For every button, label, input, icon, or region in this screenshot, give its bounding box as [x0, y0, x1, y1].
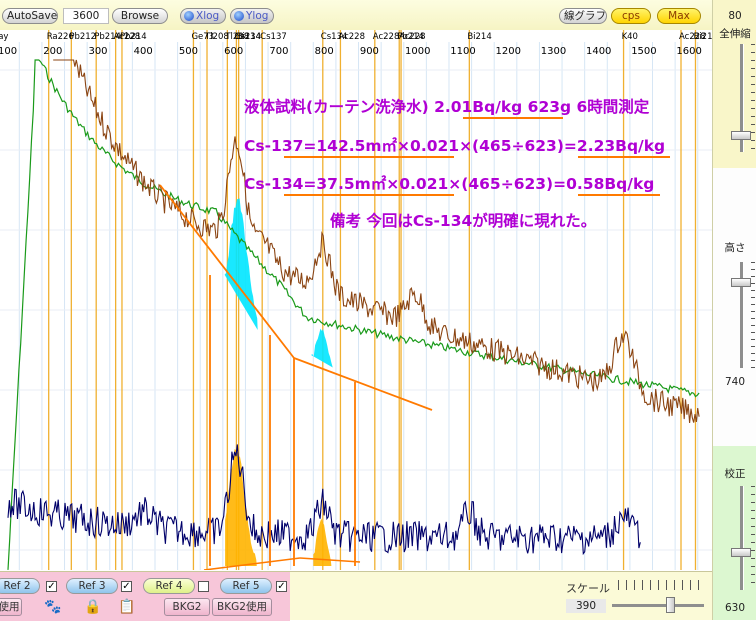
x-tick-label: 100	[0, 46, 17, 57]
calibration-slider-thumb[interactable]	[731, 548, 751, 557]
peak-label: ray	[0, 32, 8, 42]
x-tick-label: 600	[224, 46, 243, 57]
top-value: 80	[728, 10, 742, 22]
grid-lines	[0, 42, 716, 570]
peak-label: Cs134	[234, 32, 261, 42]
x-tick-label: 1100	[450, 46, 475, 57]
x-tick-label: 1300	[541, 46, 566, 57]
x-tick-label: 500	[179, 46, 198, 57]
scale-ticks	[618, 580, 704, 590]
underline-3a	[284, 194, 454, 196]
annotation-line-1: 液体試料(カーテン洗浄水) 2.01Bq/kg 623g 6時間測定	[244, 98, 650, 116]
calibration-ticks	[751, 486, 755, 590]
peak-label: Pb212	[69, 32, 96, 42]
ref4-checkbox[interactable]	[198, 581, 209, 592]
peak-labels: rayRa226Pb212Pb214Ac228Pb214Ge73Tl208Tl2…	[0, 32, 716, 42]
peak-area-fills	[220, 198, 334, 566]
calibration-slider-track[interactable]	[740, 486, 744, 590]
underline-2a	[284, 156, 454, 158]
cs137-net-fill	[225, 449, 257, 566]
annotation-line-3: Cs-134=37.5m㎡×0.021×(465÷623)=0.58Bq/kg	[244, 175, 655, 193]
cps-button[interactable]: cps	[611, 8, 651, 24]
x-tick-label: 300	[88, 46, 107, 57]
peak-label: Bi214	[467, 32, 491, 42]
scale-slider-thumb[interactable]	[666, 597, 675, 613]
annotation-line-4: 備考 今回はCs-134が明確に現れた。	[330, 212, 597, 230]
count-field[interactable]: 3600	[63, 8, 109, 24]
bkg2-use-button[interactable]: BKG2使用	[212, 598, 272, 616]
calibration-value: 630	[724, 602, 746, 614]
autosave-button[interactable]: AutoSave	[2, 8, 58, 24]
ref5-button[interactable]: Ref 5	[220, 578, 272, 594]
height-value: 740	[724, 376, 746, 388]
scale-slider-track[interactable]	[612, 604, 704, 607]
height-slider-thumb[interactable]	[731, 278, 751, 287]
peak-label: Ac228	[373, 32, 400, 42]
xlog-button[interactable]: Xlog	[180, 8, 226, 24]
underline-3b	[578, 194, 660, 196]
line-graph-button[interactable]: 線グラフ	[559, 8, 607, 24]
right-control-panel: 80 全伸縮 高さ 740 校正 630	[712, 0, 756, 620]
ref2-checkbox[interactable]: ✓	[46, 581, 57, 592]
x-tick-label: 700	[269, 46, 288, 57]
x-tick-label: 1600	[676, 46, 701, 57]
scale-label: スケール	[566, 582, 610, 595]
peak-label: Pb214	[120, 32, 147, 42]
x-tick-label: 800	[315, 46, 334, 57]
x-tick-label: 1500	[631, 46, 656, 57]
x-tick-label: 1000	[405, 46, 430, 57]
ref4-button[interactable]: Ref 4	[143, 578, 195, 594]
baseline-annotation-lines	[159, 184, 433, 570]
underline-1	[463, 117, 563, 119]
x-tick-label: 900	[360, 46, 379, 57]
zoom-label: 全伸縮	[719, 28, 751, 40]
annotation-line-2: Cs-137=142.5m㎡×0.021×(465÷623)=2.23Bq/kg	[244, 137, 666, 155]
lock-icon[interactable]: 🔒	[84, 599, 101, 615]
height-label: 高さ	[724, 242, 746, 254]
paw-icon[interactable]: 🐾	[44, 599, 61, 615]
x-axis-ticks: 100 200 300 400 500 600 700 800 900 1000 1100 1200 1…	[0, 46, 702, 57]
peak-label: K40	[622, 32, 638, 42]
ref2-button[interactable]: Ref 2	[0, 578, 40, 594]
scale-value: 390	[566, 599, 606, 613]
max-button[interactable]: Max	[657, 8, 701, 24]
radio-dot-icon	[234, 11, 244, 21]
x-tick-label: 200	[43, 46, 62, 57]
zoom-ticks	[751, 44, 755, 152]
underline-2b	[578, 156, 670, 158]
top-toolbar: AutoSave 3600 Browse Xlog Ylog 線グラフ cps …	[0, 0, 712, 31]
bkg2-button[interactable]: BKG2	[164, 598, 210, 616]
x-tick-label: 1200	[496, 46, 521, 57]
use-button[interactable]: 使用	[0, 598, 22, 616]
baseline-line	[293, 357, 433, 411]
xlog-label: Xlog	[196, 10, 220, 22]
zoom-slider-thumb[interactable]	[731, 131, 751, 140]
ylog-label: Ylog	[246, 10, 269, 22]
bottom-control-bar: Ref 2 ✓ Ref 3 ✓ Ref 4 Ref 5 ✓ 使用 🐾 🔒 📋 B…	[0, 571, 712, 621]
x-tick-label: 400	[134, 46, 153, 57]
radio-dot-icon	[184, 11, 194, 21]
clipboard-icon[interactable]: 📋	[118, 599, 135, 615]
ylog-button[interactable]: Ylog	[230, 8, 274, 24]
calibration-label: 校正	[724, 468, 746, 480]
peak-label: Ac228	[399, 32, 426, 42]
x-tick-label: 1400	[586, 46, 611, 57]
browse-button[interactable]: Browse	[112, 8, 168, 24]
ref3-checkbox[interactable]: ✓	[121, 581, 132, 592]
peak-label: Cs137	[260, 32, 287, 42]
peak-label: Ac228	[338, 32, 365, 42]
ref5-checkbox[interactable]: ✓	[276, 581, 287, 592]
height-ticks	[751, 262, 755, 368]
ref3-button[interactable]: Ref 3	[66, 578, 118, 594]
